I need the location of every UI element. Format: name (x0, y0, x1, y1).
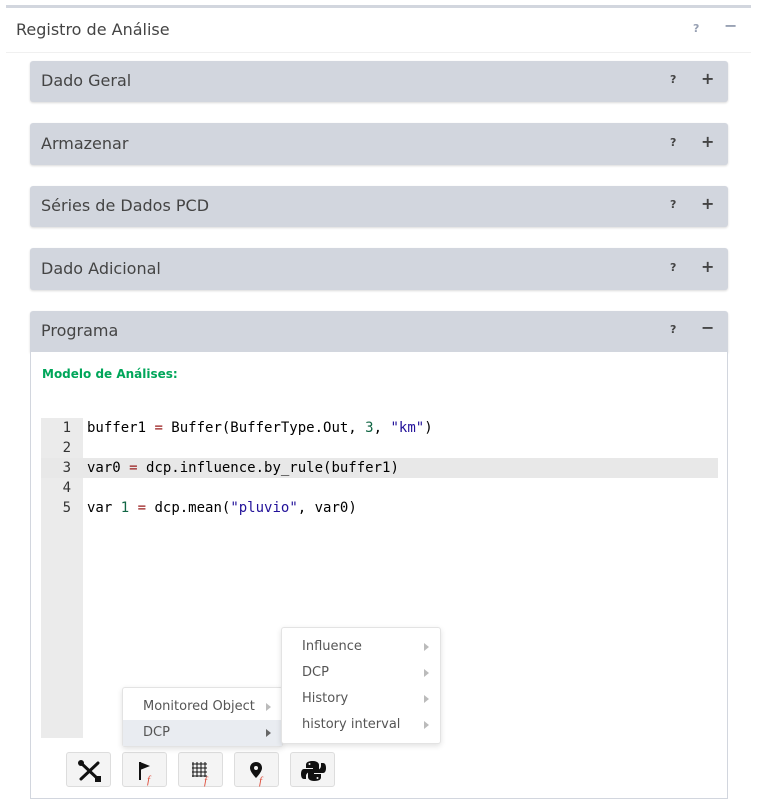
line-number: 2 (62, 440, 71, 456)
line-number: 3 (62, 460, 71, 476)
chevron-right-icon (424, 643, 429, 651)
panel-expand-button[interactable]: + (701, 194, 714, 213)
code-line[interactable]: var0 = dcp.influence.by_rule(buffer1) (87, 460, 399, 476)
grid-function-icon: f (192, 762, 209, 787)
panel-general-data[interactable]: Dado Geral ? + (30, 61, 728, 102)
flag-function-icon: f (139, 762, 152, 786)
svg-text:f: f (204, 775, 209, 787)
tools-icon (78, 760, 101, 782)
panel-help-button[interactable]: ? (670, 136, 676, 149)
panel-help-button[interactable]: ? (670, 261, 676, 274)
panel-title: Séries de Dados PCD (41, 196, 210, 215)
menu-item-label: Monitored Object (143, 699, 255, 714)
panel-title: Dado Adicional (41, 259, 161, 278)
submenu-item-history[interactable]: History (282, 686, 440, 712)
panel-additional-data[interactable]: Dado Adicional ? + (30, 248, 728, 290)
svg-text:f: f (259, 775, 264, 787)
line-number: 5 (62, 500, 71, 516)
menu-item-dcp[interactable]: DCP (123, 720, 282, 746)
panel-store[interactable]: Armazenar ? + (30, 123, 728, 165)
menu-item-label: Influence (302, 639, 362, 654)
box-collapse-button[interactable]: − (724, 16, 737, 35)
panel-title: Armazenar (41, 134, 129, 153)
pin-function-button[interactable]: f (234, 752, 279, 787)
svg-text:f: f (147, 774, 152, 786)
context-menu: Monitored Object DCP (122, 687, 283, 747)
menu-item-label: History (302, 691, 349, 706)
menu-item-label: history interval (302, 717, 401, 732)
panel-pcd-series[interactable]: Séries de Dados PCD ? + (30, 186, 728, 227)
model-label: Modelo de Análises: (42, 367, 178, 381)
panel-expand-button[interactable]: + (701, 257, 714, 276)
flag-function-button[interactable]: f (122, 752, 167, 787)
tools-button[interactable] (66, 752, 111, 787)
chevron-right-icon (424, 695, 429, 703)
chevron-right-icon (266, 703, 271, 711)
submenu-item-influence[interactable]: Influence (282, 634, 440, 660)
panel-program[interactable]: Programa ? − (30, 311, 728, 352)
menu-item-label: DCP (302, 665, 329, 680)
menu-item-monitored-object[interactable]: Monitored Object (123, 694, 282, 720)
panel-help-button[interactable]: ? (670, 73, 676, 86)
line-number: 1 (62, 420, 71, 436)
python-button[interactable] (290, 752, 335, 787)
panel-title: Programa (41, 321, 119, 340)
context-submenu: Influence DCP History history interval (281, 627, 441, 744)
panel-help-button[interactable]: ? (670, 198, 676, 211)
chevron-right-icon (424, 721, 429, 729)
panel-help-button[interactable]: ? (670, 323, 676, 336)
box-help-button[interactable]: ? (693, 22, 699, 35)
chevron-right-icon (266, 729, 271, 737)
panel-collapse-button[interactable]: − (701, 318, 714, 337)
grid-function-button[interactable]: f (178, 752, 223, 787)
submenu-item-dcp[interactable]: DCP (282, 660, 440, 686)
box-header: Registro de Análise ? − (6, 8, 751, 53)
code-line[interactable]: var 1 = dcp.mean("pluvio", var0) (87, 500, 357, 516)
python-icon (301, 761, 326, 781)
panel-expand-button[interactable]: + (701, 132, 714, 151)
line-number: 4 (62, 480, 71, 496)
box-title: Registro de Análise (16, 20, 170, 39)
chevron-right-icon (424, 669, 429, 677)
menu-item-label: DCP (143, 725, 170, 740)
submenu-item-history-interval[interactable]: history interval (282, 712, 440, 738)
panel-title: Dado Geral (41, 71, 132, 90)
pin-function-icon: f (250, 762, 264, 787)
panel-expand-button[interactable]: + (701, 69, 714, 88)
code-line[interactable]: buffer1 = Buffer(BufferType.Out, 3, "km"… (87, 420, 433, 436)
